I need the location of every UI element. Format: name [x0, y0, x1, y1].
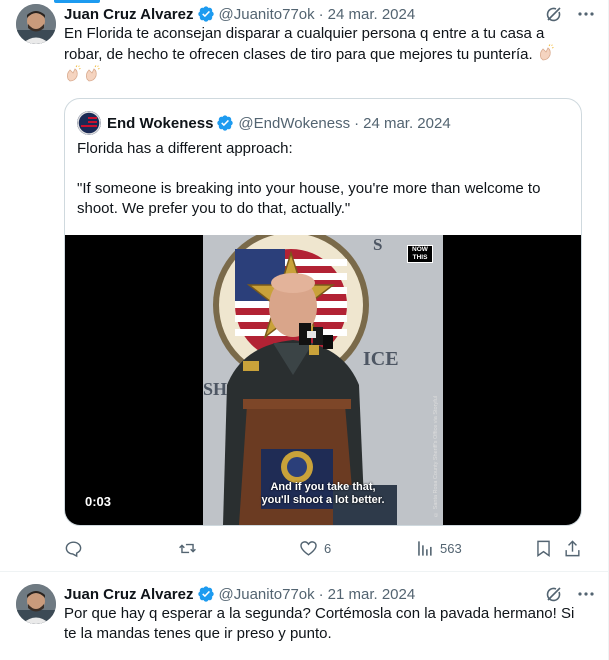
tweet-text-fragment: robar, de hecho te ofrecen clases de tir…	[64, 46, 533, 63]
quote-author-name[interactable]: End Wokeness	[107, 115, 213, 132]
video-time: 0:03	[85, 494, 112, 509]
like-button[interactable]: 6	[299, 538, 331, 558]
share-button[interactable]	[563, 538, 582, 558]
tweet-header: Juan Cruz Alvarez @Juanito77ok · 24 mar.…	[64, 4, 596, 24]
svg-text:SH: SH	[203, 379, 227, 399]
video-credit: © Santa Rosa County Sheriff's Office via…	[433, 396, 439, 517]
nowthis-logo: NOW THIS	[407, 245, 433, 263]
views-button[interactable]: 563	[415, 538, 462, 558]
retweet-button[interactable]	[178, 538, 203, 558]
clapping-hands-emoji	[66, 65, 81, 82]
quote-text-line: Florida has a different approach:	[77, 140, 293, 157]
grok-icon[interactable]	[544, 584, 564, 604]
tweet-header: Juan Cruz Alvarez @Juanito77ok · 21 mar.…	[64, 584, 596, 604]
clapping-hands-emoji	[539, 44, 554, 61]
author-handle[interactable]: @Juanito77ok	[219, 6, 315, 23]
tweet-text-line	[64, 65, 590, 86]
svg-text:S: S	[373, 235, 382, 254]
svg-text:ICE: ICE	[363, 348, 399, 370]
quote-author-handle[interactable]: @EndWokeness	[238, 115, 350, 132]
like-count: 6	[324, 540, 332, 556]
quote-text: Florida has a different approach: "If so…	[77, 139, 569, 219]
tweet-date[interactable]: 21 mar. 2024	[328, 586, 416, 603]
video-caption: you'll shoot a lot better.	[261, 494, 385, 506]
quote-header: End Wokeness @EndWokeness · 24 mar. 2024	[77, 111, 451, 135]
author-name[interactable]: Juan Cruz Alvarez	[64, 586, 194, 603]
author-handle[interactable]: @Juanito77ok	[219, 586, 315, 603]
views-icon	[418, 540, 432, 556]
bookmark-icon	[537, 540, 550, 557]
tweet-text-line: En Florida te aconsejan disparar a cualq…	[64, 25, 545, 42]
quote-date[interactable]: 24 mar. 2024	[363, 115, 451, 132]
reply-button[interactable]	[64, 538, 89, 558]
tweet-text-line: robar, de hecho te ofrecen clases de tir…	[64, 44, 590, 65]
share-icon	[565, 539, 580, 556]
retweet-icon	[179, 543, 196, 553]
tweet-text-line: te la mandas tenes que ir preso y punto.	[64, 625, 332, 642]
tweet[interactable]: Juan Cruz Alvarez @Juanito77ok · 24 mar.…	[0, 0, 608, 572]
video-caption: And if you take that,	[270, 481, 376, 493]
tweet-actions: 6 563	[64, 538, 592, 558]
avatar[interactable]	[16, 584, 56, 624]
reply-icon	[65, 540, 82, 557]
tweet-text: Por que hay q esperar a la segunda? Cort…	[64, 604, 591, 644]
quoted-tweet[interactable]: End Wokeness @EndWokeness · 24 mar. 2024…	[64, 98, 582, 526]
avatar[interactable]	[16, 4, 56, 44]
separator-dot: ·	[354, 114, 360, 132]
quote-text-line: "If someone is breaking into your house,…	[77, 180, 541, 197]
more-icon[interactable]	[576, 4, 596, 24]
video-frame: S ICE SH NOW THIS And if you take that, …	[203, 235, 443, 525]
tweet-date[interactable]: 24 mar. 2024	[328, 6, 416, 23]
logo-text: THIS	[412, 254, 428, 261]
more-icon[interactable]	[576, 584, 596, 604]
tweet-text-line: Por que hay q esperar a la segunda? Cort…	[64, 605, 575, 622]
views-count: 563	[440, 540, 462, 556]
verified-badge-icon[interactable]	[216, 114, 234, 132]
logo-text: NOW	[412, 246, 428, 253]
quote-avatar[interactable]	[77, 111, 101, 135]
video-player[interactable]: S ICE SH NOW THIS And if you take that, …	[65, 235, 581, 525]
separator-dot: ·	[318, 585, 324, 603]
like-icon	[300, 540, 317, 556]
tweet-text: En Florida te aconsejan disparar a cualq…	[64, 24, 590, 86]
clapping-hands-emoji	[85, 65, 100, 82]
grok-icon[interactable]	[544, 4, 564, 24]
separator-dot: ·	[318, 5, 324, 23]
verified-badge-icon[interactable]	[197, 585, 215, 603]
quote-text-blank	[77, 159, 569, 179]
bookmark-button[interactable]	[534, 538, 553, 558]
verified-badge-icon[interactable]	[197, 5, 215, 23]
quote-text-line: shoot. We prefer you to do that, actuall…	[77, 200, 351, 217]
author-name[interactable]: Juan Cruz Alvarez	[64, 6, 194, 23]
